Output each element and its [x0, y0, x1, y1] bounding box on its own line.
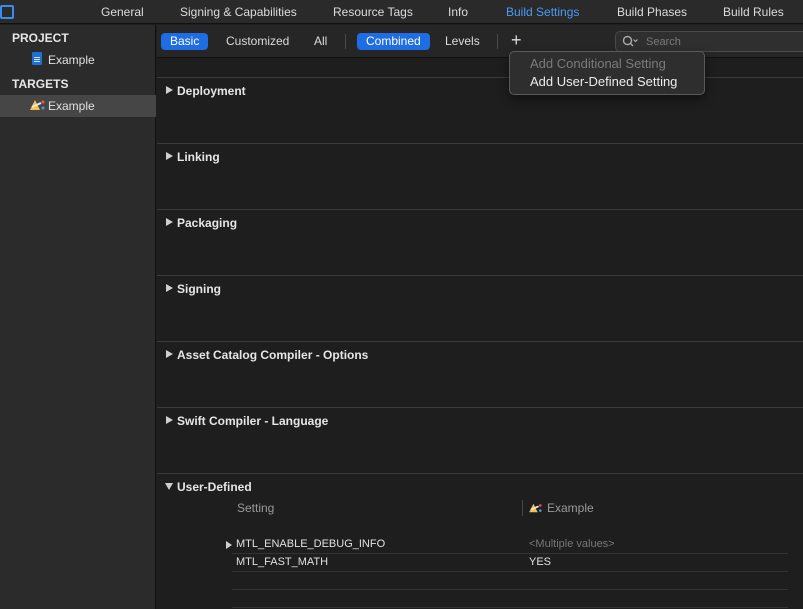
section-packaging[interactable]: Packaging: [157, 209, 803, 275]
view-combined-button[interactable]: Combined: [357, 33, 430, 50]
search-field[interactable]: Search: [615, 31, 803, 52]
section-title: Asset Catalog Compiler - Options: [177, 348, 369, 362]
section-swift-compiler-language[interactable]: Swift Compiler - Language: [157, 407, 803, 473]
tab-build-phases[interactable]: Build Phases: [617, 5, 687, 19]
tab-signing-capabilities[interactable]: Signing & Capabilities: [180, 5, 297, 19]
sidebar-item-label: Example: [48, 99, 95, 113]
section-linking[interactable]: Linking: [157, 143, 803, 209]
empty-row: [232, 572, 788, 590]
column-header-setting[interactable]: Setting: [237, 501, 274, 515]
section-title: Deployment: [177, 84, 246, 98]
section-title: Swift Compiler - Language: [177, 414, 329, 428]
tab-resource-tags[interactable]: Resource Tags: [333, 5, 413, 19]
setting-value[interactable]: YES: [529, 556, 551, 568]
tab-build-rules[interactable]: Build Rules: [723, 5, 784, 19]
tab-general[interactable]: General: [101, 5, 144, 19]
disclosure-triangle-icon[interactable]: [166, 218, 173, 226]
menu-item-add-conditional-setting: Add Conditional Setting: [530, 56, 666, 71]
tab-info[interactable]: Info: [448, 5, 468, 19]
section-deployment[interactable]: Deployment: [157, 77, 803, 143]
column-header-target[interactable]: Example: [547, 501, 594, 515]
build-settings-list: Deployment Linking Packaging Signing Ass…: [157, 59, 803, 609]
divider: [497, 34, 498, 49]
table-row[interactable]: MTL_ENABLE_DEBUG_INFO <Multiple values>: [226, 536, 788, 554]
tab-build-settings[interactable]: Build Settings: [506, 5, 579, 19]
filter-all-button[interactable]: All: [305, 33, 336, 50]
disclosure-triangle-icon[interactable]: [166, 416, 173, 424]
search-icon: [622, 35, 638, 47]
setting-value[interactable]: <Multiple values>: [529, 538, 615, 550]
sidebar-item-target[interactable]: Example: [0, 95, 156, 117]
disclosure-triangle-icon[interactable]: [226, 541, 232, 549]
sidebar-item-label: Example: [48, 53, 95, 67]
section-title: Packaging: [177, 216, 238, 230]
search-placeholder: Search: [646, 36, 681, 48]
disclosure-triangle-icon[interactable]: [166, 284, 173, 292]
setting-name: MTL_ENABLE_DEBUG_INFO: [236, 538, 386, 550]
editor-tab-bar: General Signing & Capabilities Resource …: [0, 0, 803, 24]
view-levels-button[interactable]: Levels: [436, 33, 489, 50]
filter-customized-button[interactable]: Customized: [217, 33, 298, 50]
sidebar-item-project[interactable]: Example: [0, 49, 156, 71]
table-header: Setting Example: [232, 498, 788, 518]
menu-item-add-user-defined-setting[interactable]: Add User-Defined Setting: [530, 74, 677, 89]
table-row[interactable]: MTL_FAST_MATH YES: [232, 554, 788, 572]
section-signing[interactable]: Signing: [157, 275, 803, 341]
section-asset-catalog-compiler[interactable]: Asset Catalog Compiler - Options: [157, 341, 803, 407]
sidebar-toggle-icon[interactable]: [0, 5, 14, 19]
section-title: Linking: [177, 150, 220, 164]
section-title: User-Defined: [177, 480, 252, 494]
add-setting-button[interactable]: +: [511, 30, 522, 51]
app-target-icon: [30, 100, 45, 110]
targets-header: TARGETS: [12, 77, 69, 91]
app-target-icon: [529, 503, 542, 513]
disclosure-triangle-icon[interactable]: [166, 350, 173, 358]
column-divider: [522, 500, 523, 516]
disclosure-triangle-expanded-icon[interactable]: [165, 483, 173, 490]
divider: [345, 34, 346, 49]
section-user-defined[interactable]: User-Defined Setting Example MTL_ENABLE_…: [157, 473, 803, 609]
project-navigator: PROJECT Example TARGETS Example: [0, 25, 156, 609]
disclosure-triangle-icon[interactable]: [166, 86, 173, 94]
empty-row: [232, 590, 788, 608]
setting-name: MTL_FAST_MATH: [236, 556, 329, 568]
add-setting-menu: Add Conditional Setting Add User-Defined…: [509, 51, 705, 95]
project-file-icon: [32, 52, 42, 65]
disclosure-triangle-icon[interactable]: [166, 152, 173, 160]
filter-basic-button[interactable]: Basic: [161, 33, 209, 50]
project-header: PROJECT: [12, 31, 69, 45]
section-title: Signing: [177, 282, 221, 296]
build-settings-filter-bar: Basic Customized All Combined Levels + S…: [157, 25, 803, 58]
